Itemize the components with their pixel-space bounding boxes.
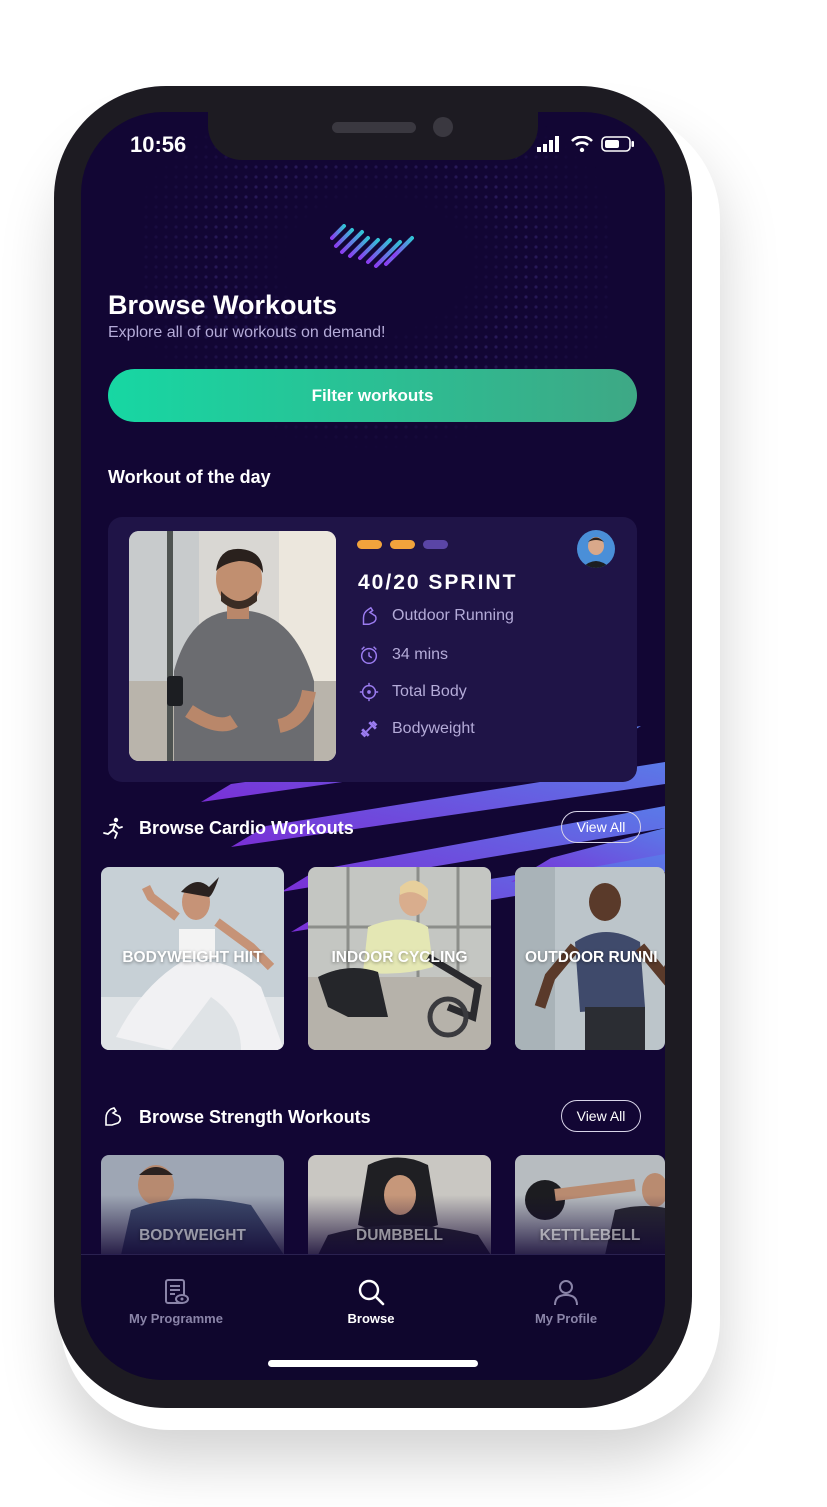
page-subtitle: Explore all of our workouts on demand! xyxy=(108,324,386,341)
nav-label: Browse xyxy=(347,1311,395,1326)
signal-icon xyxy=(537,136,559,152)
detail-text: Bodyweight xyxy=(392,720,475,737)
status-time: 10:56 xyxy=(130,132,187,157)
strength-tile-dumbbell[interactable]: DUMBBELL xyxy=(308,1155,491,1255)
cardio-tile-outdoor-running[interactable]: OUTDOOR RUNNI xyxy=(515,867,665,1050)
profile-icon xyxy=(554,1280,578,1306)
detail-equipment: Bodyweight xyxy=(358,718,475,740)
cardio-view-all-button[interactable]: View All xyxy=(561,811,641,843)
arm-muscle-icon xyxy=(362,606,377,625)
detail-duration: 34 mins xyxy=(358,644,448,666)
intensity-level-2 xyxy=(390,540,415,549)
nav-my-profile[interactable]: My Profile xyxy=(496,1277,636,1326)
detail-text: 34 mins xyxy=(392,646,449,663)
tile-label: BODYWEIGHT HIIT xyxy=(122,949,263,966)
strength-tile-kettlebell[interactable]: KETTLEBELL xyxy=(515,1155,665,1255)
tile-label: BODYWEIGHT xyxy=(139,1227,246,1244)
trainer-avatar[interactable] xyxy=(577,530,615,568)
target-icon xyxy=(359,682,379,702)
strength-section-title: Browse Strength Workouts xyxy=(139,1106,371,1127)
detail-type: Outdoor Running xyxy=(358,605,514,627)
app-logo xyxy=(330,224,414,268)
intensity-level-3 xyxy=(423,540,448,549)
search-icon xyxy=(358,1279,385,1306)
alarm-clock-icon xyxy=(360,646,378,664)
cardio-section-title: Browse Cardio Workouts xyxy=(139,817,354,838)
tile-label: OUTDOOR RUNNI xyxy=(525,949,658,966)
runner-icon xyxy=(103,817,123,839)
detail-text: Total Body xyxy=(392,683,467,700)
workout-photo xyxy=(129,531,336,761)
nav-browse[interactable]: Browse xyxy=(301,1277,441,1326)
home-indicator[interactable] xyxy=(268,1360,478,1367)
nav-my-programme[interactable]: My Programme xyxy=(106,1277,246,1326)
page-title: Browse Workouts xyxy=(108,290,338,320)
dumbbell-icon xyxy=(360,720,378,738)
strength-view-all-button[interactable]: View All xyxy=(561,1100,641,1132)
tile-label: INDOOR CYCLING xyxy=(331,949,468,966)
app-screen: 10:56 Browse Workouts Explore all of our… xyxy=(81,112,665,1380)
strength-tile-bodyweight[interactable]: BODYWEIGHT xyxy=(101,1155,284,1255)
strength-section-header: Browse Strength Workouts xyxy=(101,1105,371,1129)
notch xyxy=(208,112,538,160)
battery-icon xyxy=(601,136,634,152)
programme-icon xyxy=(165,1279,189,1304)
cardio-tile-bodyweight-hiit[interactable]: BODYWEIGHT HIIT xyxy=(101,867,284,1050)
tile-label: KETTLEBELL xyxy=(539,1227,641,1244)
tile-label: DUMBBELL xyxy=(356,1227,443,1244)
cardio-tile-indoor-cycling[interactable]: INDOOR CYCLING xyxy=(308,867,491,1050)
detail-focus: Total Body xyxy=(358,681,467,703)
arm-muscle-icon xyxy=(105,1107,122,1126)
status-icons xyxy=(537,136,635,152)
workout-of-day-card[interactable]: 40/20 SPRINT Outdoor Running 34 mins Tot… xyxy=(108,517,637,782)
workout-of-day-heading: Workout of the day xyxy=(108,467,271,487)
filter-workouts-button[interactable]: Filter workouts xyxy=(108,369,637,422)
cardio-section-header: Browse Cardio Workouts xyxy=(101,816,354,840)
nav-label: My Profile xyxy=(534,1311,598,1326)
nav-label: My Programme xyxy=(129,1311,223,1326)
wifi-icon xyxy=(571,136,593,152)
intensity-level-1 xyxy=(357,540,382,549)
workout-name: 40/20 SPRINT xyxy=(358,571,518,594)
detail-text: Outdoor Running xyxy=(392,607,514,624)
